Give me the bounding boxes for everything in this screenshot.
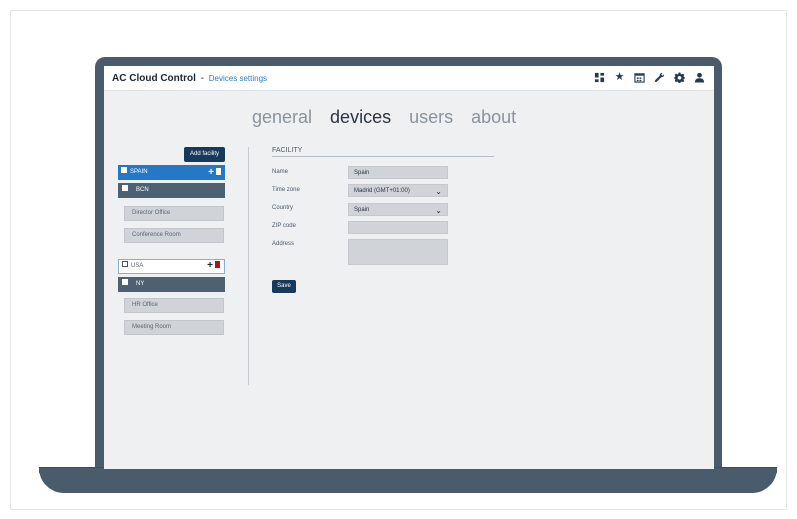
row-actions: + — [207, 259, 220, 272]
country-select[interactable]: Spain ⌄ — [348, 203, 448, 216]
panel-divider — [248, 147, 249, 385]
tab-users[interactable]: users — [409, 107, 453, 128]
collapse-icon[interactable] — [122, 279, 128, 286]
chevron-down-icon: ⌄ — [435, 187, 442, 196]
collapse-icon[interactable] — [122, 185, 128, 192]
tab-general[interactable]: general — [252, 107, 312, 128]
gear-icon[interactable] — [673, 71, 686, 84]
timezone-label: Time zone — [272, 187, 300, 193]
calendar-icon[interactable] — [633, 71, 646, 84]
dashboard-icon[interactable] — [593, 71, 606, 84]
name-field[interactable]: Spain — [348, 166, 448, 179]
address-field[interactable] — [348, 239, 448, 265]
city-row-ny[interactable]: NY — [118, 277, 225, 292]
country-label: Country — [272, 205, 294, 211]
section-divider — [272, 156, 494, 157]
add-icon[interactable]: + — [208, 167, 214, 178]
add-icon[interactable]: + — [207, 260, 213, 271]
top-bar: AC Cloud Control - Devices settings ★ — [104, 66, 714, 91]
section-title: FACILITY — [272, 147, 303, 154]
top-icons: ★ — [593, 71, 706, 84]
country-value: Spain — [354, 207, 370, 213]
delete-icon[interactable] — [216, 167, 221, 175]
collapse-icon[interactable] — [122, 261, 128, 268]
collapse-icon[interactable] — [121, 167, 127, 174]
app-screen: AC Cloud Control - Devices settings ★ ge… — [104, 66, 714, 469]
room-item-meeting-room[interactable]: Meeting Room — [124, 320, 224, 335]
app-name: AC Cloud Control — [112, 73, 196, 84]
save-button[interactable]: Save — [272, 280, 296, 293]
city-name: NY — [136, 281, 145, 287]
app-title: AC Cloud Control - Devices settings — [112, 73, 267, 84]
room-item-conference-room[interactable]: Conference Room — [124, 228, 224, 243]
page-name: Devices settings — [208, 74, 268, 83]
laptop-base — [39, 468, 777, 493]
timezone-value: Madrid (GMT+01:00) — [354, 188, 410, 194]
zip-field[interactable] — [348, 221, 448, 234]
tab-about[interactable]: about — [471, 107, 516, 128]
room-item-director-office[interactable]: Director Office — [124, 206, 224, 221]
main-tabs: general devices users about — [252, 107, 516, 128]
delete-icon[interactable] — [215, 260, 220, 268]
title-separator: - — [200, 73, 204, 84]
chevron-down-icon: ⌄ — [435, 206, 442, 215]
room-item-hr-office[interactable]: HR Office — [124, 298, 224, 313]
user-icon[interactable] — [693, 71, 706, 84]
timezone-select[interactable]: Madrid (GMT+01:00) ⌄ — [348, 184, 448, 197]
facility-row-usa[interactable]: USA + — [118, 259, 225, 274]
name-label: Name — [272, 169, 289, 175]
city-row-bcn[interactable]: BCN — [118, 183, 225, 198]
address-label: Address — [272, 241, 295, 247]
wrench-icon[interactable] — [653, 71, 666, 84]
star-icon[interactable]: ★ — [613, 71, 626, 84]
row-actions: + — [208, 165, 221, 180]
facility-name: SPAIN — [130, 169, 148, 175]
zip-label: ZIP code — [272, 223, 296, 229]
add-facility-button[interactable]: Add facility — [184, 147, 225, 162]
tab-devices[interactable]: devices — [330, 107, 391, 128]
city-name: BCN — [136, 187, 149, 193]
facility-name: USA — [131, 263, 144, 269]
facility-row-spain[interactable]: SPAIN + — [118, 165, 225, 180]
